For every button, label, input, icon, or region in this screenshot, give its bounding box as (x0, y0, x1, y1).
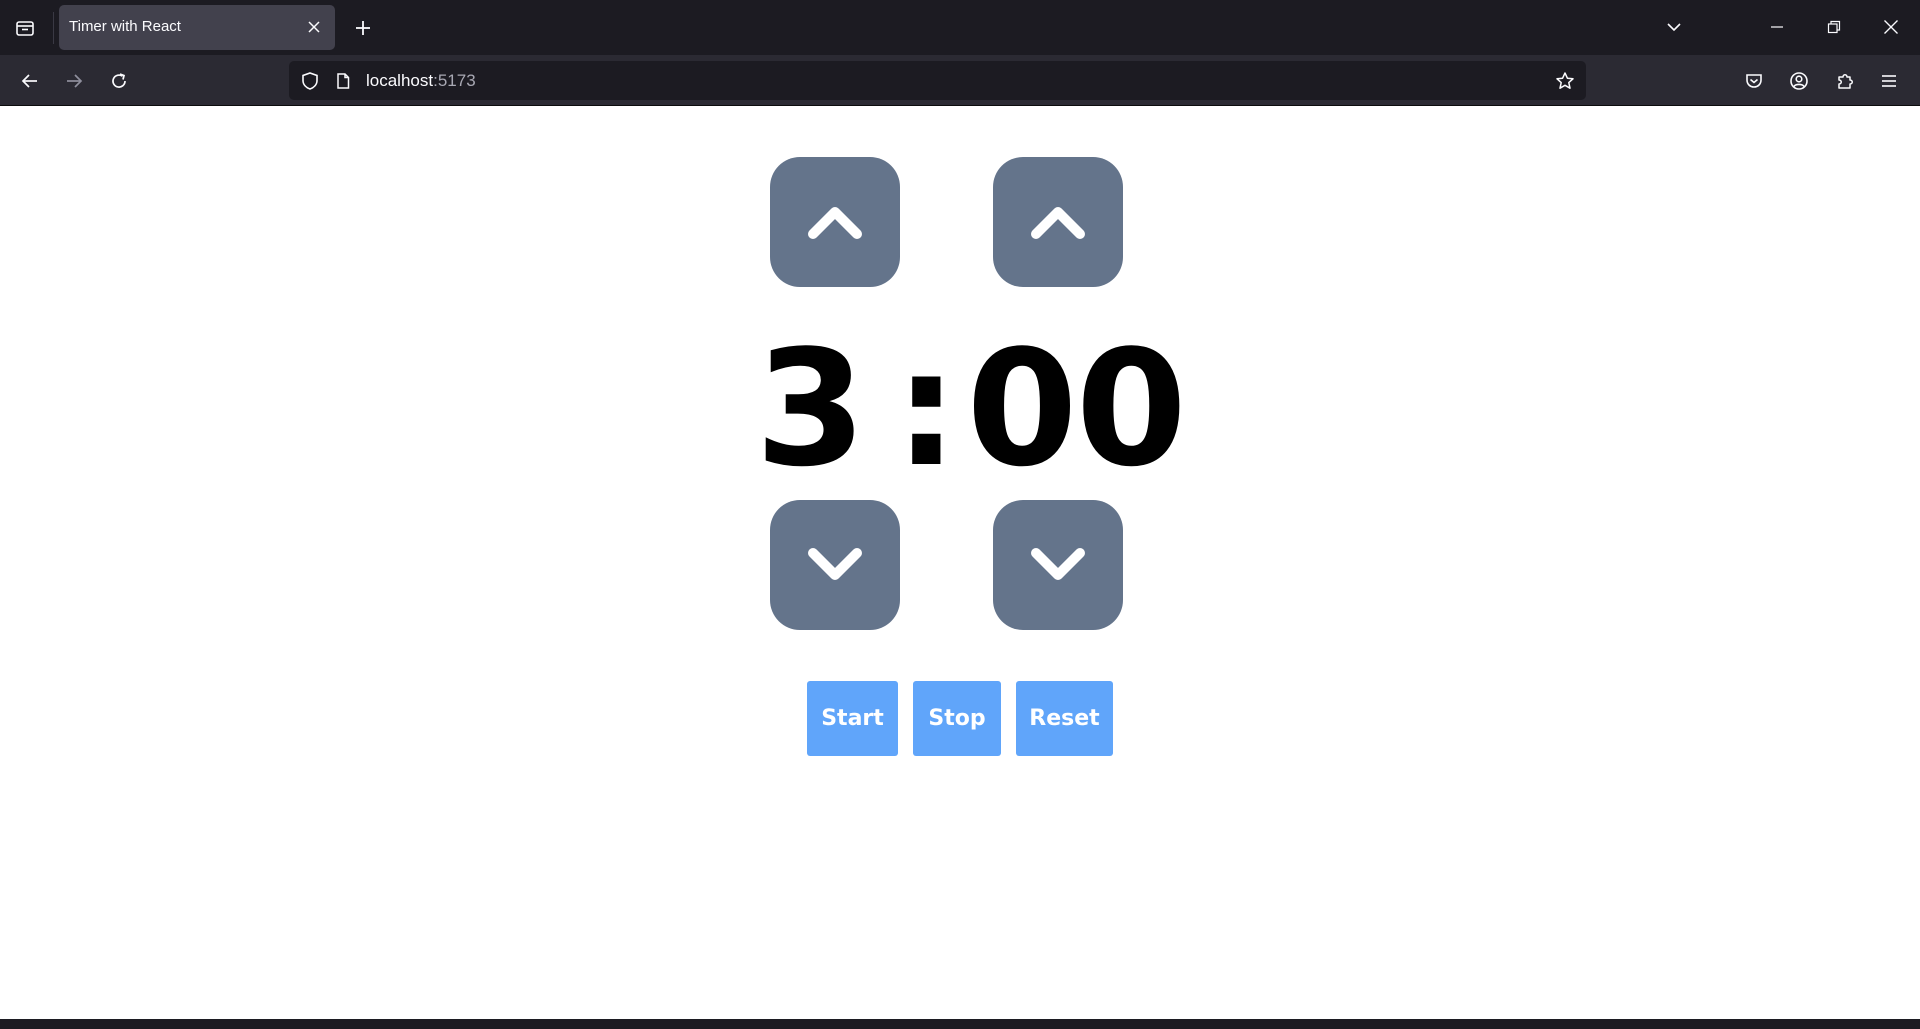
timer-minutes: 3 (755, 315, 866, 502)
bookmark-star-button[interactable] (1553, 69, 1577, 93)
navigation-toolbar: localhost:5173 (0, 55, 1920, 106)
plus-icon (356, 21, 370, 35)
url-text[interactable]: localhost:5173 (366, 71, 476, 91)
chevron-down-icon (808, 548, 862, 580)
chevron-up-icon (1031, 207, 1085, 239)
url-bar[interactable]: localhost:5173 (289, 61, 1586, 100)
timer-display: 3 : 00 (755, 315, 1187, 502)
timer-separator: : (894, 315, 958, 502)
arrow-left-icon (21, 74, 37, 88)
tab-title: Timer with React (69, 18, 181, 35)
back-button[interactable] (12, 63, 48, 99)
pocket-icon (1746, 74, 1762, 88)
tab-strip: Timer with React (0, 0, 1920, 55)
arrow-right-icon (67, 74, 83, 88)
close-window-button[interactable] (1868, 5, 1914, 49)
start-button[interactable]: Start (807, 681, 898, 756)
shield-icon (302, 72, 318, 90)
page-info-icon[interactable] (331, 69, 355, 93)
firefox-view-button[interactable] (8, 11, 42, 45)
tab-close-button[interactable] (301, 14, 327, 40)
browser-window: Timer with React localhost:5173 3: 00 S… (0, 0, 1920, 1029)
firefox-view-icon (16, 21, 34, 36)
pocket-button[interactable] (1736, 63, 1772, 99)
reload-icon (112, 73, 126, 88)
star-icon (1556, 72, 1574, 89)
page-content: 3 : 00 Start Stop Reset (0, 107, 1920, 1019)
puzzle-icon (1838, 74, 1853, 89)
page-icon (337, 73, 350, 89)
restore-button[interactable] (1811, 5, 1857, 49)
reload-button[interactable] (101, 63, 137, 99)
account-icon (1790, 72, 1808, 90)
reset-button[interactable]: Reset (1016, 681, 1113, 756)
close-icon (1884, 20, 1898, 34)
seconds-decrease-button[interactable] (993, 500, 1123, 630)
new-tab-button[interactable] (346, 11, 380, 45)
minimize-button[interactable] (1754, 5, 1800, 49)
app-menu-button[interactable] (1871, 63, 1907, 99)
chevron-down-icon (1667, 23, 1681, 32)
taskbar-edge (0, 1019, 1920, 1029)
list-all-tabs-button[interactable] (1651, 5, 1697, 49)
url-port: :5173 (433, 71, 476, 90)
close-icon (308, 21, 320, 33)
stop-button[interactable]: Stop (913, 681, 1001, 756)
chevron-down-icon (1031, 548, 1085, 580)
forward-button[interactable] (56, 63, 92, 99)
timer-seconds: 00 (966, 315, 1187, 502)
seconds-increase-button[interactable] (993, 157, 1123, 287)
extensions-button[interactable] (1827, 63, 1863, 99)
tab-separator (53, 12, 54, 44)
account-button[interactable] (1781, 63, 1817, 99)
minimize-icon (1771, 26, 1783, 28)
minutes-decrease-button[interactable] (770, 500, 900, 630)
minutes-increase-button[interactable] (770, 157, 900, 287)
tab-timer-with-react[interactable]: Timer with React (59, 5, 335, 50)
restore-icon (1827, 20, 1841, 34)
tracking-protection-icon[interactable] (298, 69, 322, 93)
hamburger-menu-icon (1882, 75, 1896, 87)
url-host: localhost (366, 71, 434, 90)
chevron-up-icon (808, 207, 862, 239)
